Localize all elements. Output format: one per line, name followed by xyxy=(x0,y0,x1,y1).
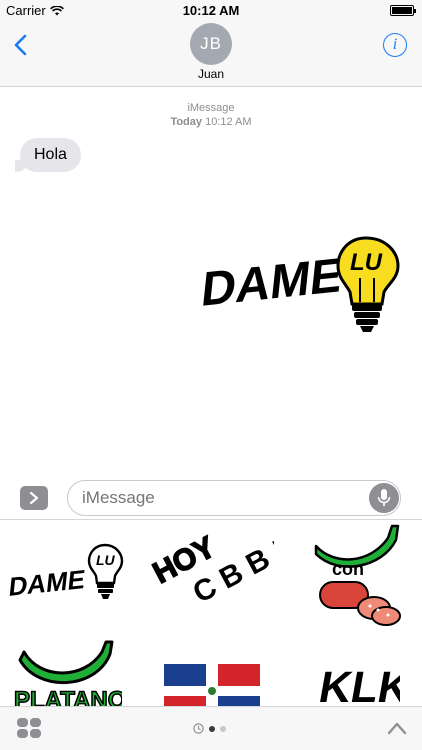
service-label: iMessage xyxy=(187,102,235,114)
expand-apps-button[interactable] xyxy=(20,486,48,510)
lightbulb-icon: LU xyxy=(87,543,124,599)
lightbulb-icon: LU xyxy=(336,236,400,332)
chevron-right-icon xyxy=(29,492,39,504)
battery-icon xyxy=(390,5,416,16)
app-drawer-bar xyxy=(0,706,422,750)
dominican-flag-icon xyxy=(164,664,260,706)
recents-clock-icon xyxy=(193,723,204,734)
dame-text: DAME DAME xyxy=(6,561,90,605)
svg-text:KLK: KLK xyxy=(316,663,400,706)
timestamp-time: 10:12 AM xyxy=(205,116,252,128)
status-time: 10:12 AM xyxy=(182,3,240,18)
sent-sticker-dame-lu[interactable]: DAME DAME LU xyxy=(198,232,404,342)
contact-avatar[interactable]: JB xyxy=(190,23,232,65)
page-indicator[interactable] xyxy=(193,723,226,734)
salami-icon xyxy=(319,581,401,626)
status-bar: Carrier 10:12 AM xyxy=(0,0,422,22)
app-grid-icon[interactable] xyxy=(16,717,42,739)
info-icon[interactable]: i xyxy=(383,33,407,57)
sticker-dame-lu[interactable]: DAME DAME LU xyxy=(6,542,130,612)
hoy-cbb-text: HOY HOY C B B !! xyxy=(150,529,274,610)
sticker-hoy-cbb[interactable]: HOY HOY C B B !! xyxy=(150,524,274,634)
contact-name[interactable]: Juan xyxy=(0,67,422,81)
conversation-header: iMessage Today 10:12 AM xyxy=(0,101,422,129)
dame-text: DAME DAME xyxy=(198,243,350,321)
svg-text:LU: LU xyxy=(96,552,116,568)
input-bar xyxy=(0,478,422,520)
microphone-button[interactable] xyxy=(369,483,399,513)
message-input[interactable] xyxy=(67,480,401,516)
klk-text: KLK xyxy=(316,663,400,706)
sticker-platano[interactable]: PLATANO xyxy=(10,638,122,706)
svg-text:DAME: DAME xyxy=(7,564,86,602)
svg-text:PLATANO: PLATANO xyxy=(14,687,122,706)
nav-bar: JB Juan i xyxy=(0,22,422,87)
svg-text:DAME: DAME xyxy=(199,248,345,317)
svg-text:con: con xyxy=(332,559,364,579)
sticker-klk[interactable]: KLK xyxy=(316,652,400,706)
page-dot-active xyxy=(209,725,215,732)
back-chevron-icon[interactable] xyxy=(12,34,30,56)
microphone-icon xyxy=(377,489,391,506)
chevron-up-icon[interactable] xyxy=(387,721,407,735)
banana-icon xyxy=(18,640,114,684)
message-bubble-incoming[interactable]: Hola xyxy=(15,138,81,172)
timestamp-day: Today xyxy=(170,116,203,128)
sticker-dominican-flag[interactable] xyxy=(162,662,262,706)
svg-text:LU: LU xyxy=(350,249,383,276)
timestamp: Today 10:12 AM xyxy=(0,115,422,129)
avatar-initials: JB xyxy=(200,34,222,53)
sticker-platano-con-salami[interactable]: con xyxy=(312,520,404,628)
sticker-drawer: DAME DAME LU HOY HOY C B B !! con PLATAN… xyxy=(0,520,422,706)
page-dot xyxy=(220,725,226,732)
